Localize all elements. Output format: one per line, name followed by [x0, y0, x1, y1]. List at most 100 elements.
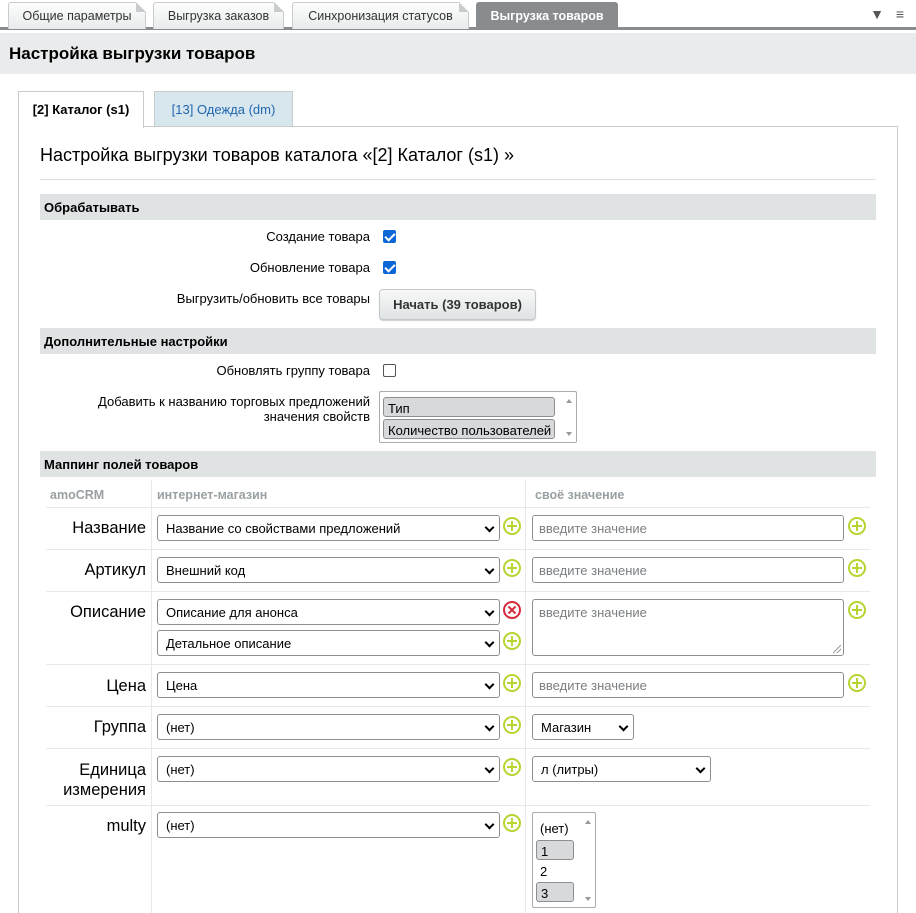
update-group-checkbox[interactable]	[383, 364, 396, 377]
multy-shop-select[interactable]: (нет)	[157, 812, 500, 838]
offer-props-label-line: значения свойств	[263, 409, 370, 424]
offer-props-listbox[interactable]: Тип Количество пользователей	[379, 391, 577, 443]
chevron-down-icon	[484, 679, 495, 690]
tab-general-settings[interactable]: Общие параметры	[8, 2, 146, 29]
col-header-own: своё значение	[535, 488, 625, 502]
list-item[interactable]: Тип	[383, 397, 555, 417]
scroll-up-icon[interactable]	[566, 399, 572, 403]
row-divider	[46, 591, 870, 592]
update-group-label: Обновлять группу товара	[216, 363, 370, 378]
tab-catalog-s1[interactable]: [2] Каталог (s1)	[18, 91, 144, 128]
create-product-label: Создание товара	[266, 229, 370, 244]
add-circle-icon[interactable]	[503, 758, 521, 776]
remove-circle-icon[interactable]	[503, 601, 521, 619]
select-value: Детальное описание	[166, 636, 292, 651]
chevron-down-icon	[695, 763, 706, 774]
offer-props-label-line: Добавить к названию торговых предложений	[98, 394, 370, 409]
resize-grip-icon[interactable]	[833, 645, 841, 653]
description-shop-select-2[interactable]: Детальное описание	[157, 630, 500, 656]
row-divider	[46, 748, 870, 749]
add-circle-icon[interactable]	[503, 559, 521, 577]
tabs-menu-icon[interactable]: ▼ ≡	[870, 6, 908, 22]
list-item[interactable]: 1	[536, 840, 574, 860]
add-circle-icon[interactable]	[848, 559, 866, 577]
create-product-checkbox[interactable]	[383, 230, 396, 243]
unit-own-select[interactable]: л (литры)	[532, 756, 711, 782]
chevron-down-icon	[484, 637, 495, 648]
row-divider	[46, 549, 870, 550]
add-circle-icon[interactable]	[848, 601, 866, 619]
article-own-input[interactable]: введите значение	[532, 557, 844, 583]
name-shop-select[interactable]: Название со свойствами предложений	[157, 515, 500, 541]
select-value: (нет)	[166, 818, 195, 833]
field-label-group: Группа	[93, 718, 146, 736]
list-item[interactable]: 3	[536, 882, 574, 902]
chevron-down-icon	[618, 721, 629, 732]
export-all-label: Выгрузить/обновить все товары	[176, 291, 370, 306]
select-value: (нет)	[166, 720, 195, 735]
select-value: Цена	[166, 678, 198, 693]
select-value: Внешний код	[166, 563, 246, 578]
group-own-select[interactable]: Магазин	[532, 714, 634, 740]
offer-props-label: Добавить к названию торговых предложений…	[98, 394, 370, 424]
description-shop-select-1[interactable]: Описание для анонса	[157, 599, 500, 625]
price-own-input[interactable]: введите значение	[532, 672, 844, 698]
add-circle-icon[interactable]	[848, 674, 866, 692]
tab-catalog-dm[interactable]: [13] Одежда (dm)	[154, 91, 293, 127]
update-product-checkbox[interactable]	[383, 261, 396, 274]
row-divider	[46, 507, 870, 508]
tab-orders-export[interactable]: Выгрузка заказов	[153, 2, 284, 29]
chevron-down-icon	[484, 721, 495, 732]
field-label-line: Единица	[79, 761, 146, 779]
price-shop-select[interactable]: Цена	[157, 672, 500, 698]
field-label-name: Название	[72, 519, 146, 537]
tab-products-export[interactable]: Выгрузка товаров	[476, 2, 618, 29]
column-divider	[525, 480, 526, 913]
col-header-shop: интернет-магазин	[157, 488, 268, 502]
field-label-unit: Единица измерения	[63, 760, 146, 800]
list-item[interactable]: 2	[536, 861, 574, 881]
start-export-button[interactable]: Начать (39 товаров)	[379, 289, 536, 320]
page-title: Настройка выгрузки товаров	[9, 44, 256, 63]
chevron-down-icon	[484, 819, 495, 830]
tab-status-sync[interactable]: Синхронизация статусов	[292, 2, 469, 29]
scroll-down-icon[interactable]	[585, 897, 591, 901]
chevron-down-icon	[484, 763, 495, 774]
name-own-input[interactable]: введите значение	[532, 515, 844, 541]
list-item[interactable]: (нет)	[536, 818, 576, 838]
article-shop-select[interactable]: Внешний код	[157, 557, 500, 583]
description-own-textarea[interactable]: введите значение	[532, 599, 844, 656]
row-divider	[46, 706, 870, 707]
divider	[40, 179, 876, 180]
column-divider	[151, 480, 152, 913]
add-circle-icon[interactable]	[503, 716, 521, 734]
tab-label: Синхронизация статусов	[308, 9, 453, 23]
list-item[interactable]: Количество пользователей	[383, 419, 555, 439]
add-circle-icon[interactable]	[848, 517, 866, 535]
add-circle-icon[interactable]	[503, 674, 521, 692]
section-process: Обрабатывать	[40, 194, 876, 220]
scroll-down-icon[interactable]	[566, 432, 572, 436]
select-value: Описание для анонса	[166, 605, 298, 620]
col-header-amocrm: amoCRM	[50, 488, 105, 502]
chevron-down-icon	[484, 522, 495, 533]
field-label-price: Цена	[106, 677, 146, 695]
field-label-line: измерения	[63, 781, 146, 799]
group-shop-select[interactable]: (нет)	[157, 714, 500, 740]
chevron-down-icon	[484, 564, 495, 575]
add-circle-icon[interactable]	[503, 517, 521, 535]
textarea-placeholder: введите значение	[539, 605, 647, 620]
catalog-title: Настройка выгрузки товаров каталога «[2]…	[40, 145, 514, 165]
select-value: л (литры)	[541, 762, 599, 777]
tab-label: Выгрузка заказов	[167, 9, 270, 23]
row-divider	[46, 805, 870, 806]
row-divider	[46, 664, 870, 665]
tab-label: Общие параметры	[22, 9, 132, 23]
add-circle-icon[interactable]	[503, 814, 521, 832]
add-circle-icon[interactable]	[503, 632, 521, 650]
multy-own-listbox[interactable]: (нет) 1 2 3	[532, 812, 596, 908]
scroll-up-icon[interactable]	[585, 820, 591, 824]
field-label-multy: multy	[106, 817, 146, 835]
unit-shop-select[interactable]: (нет)	[157, 756, 500, 782]
chevron-down-icon	[484, 606, 495, 617]
